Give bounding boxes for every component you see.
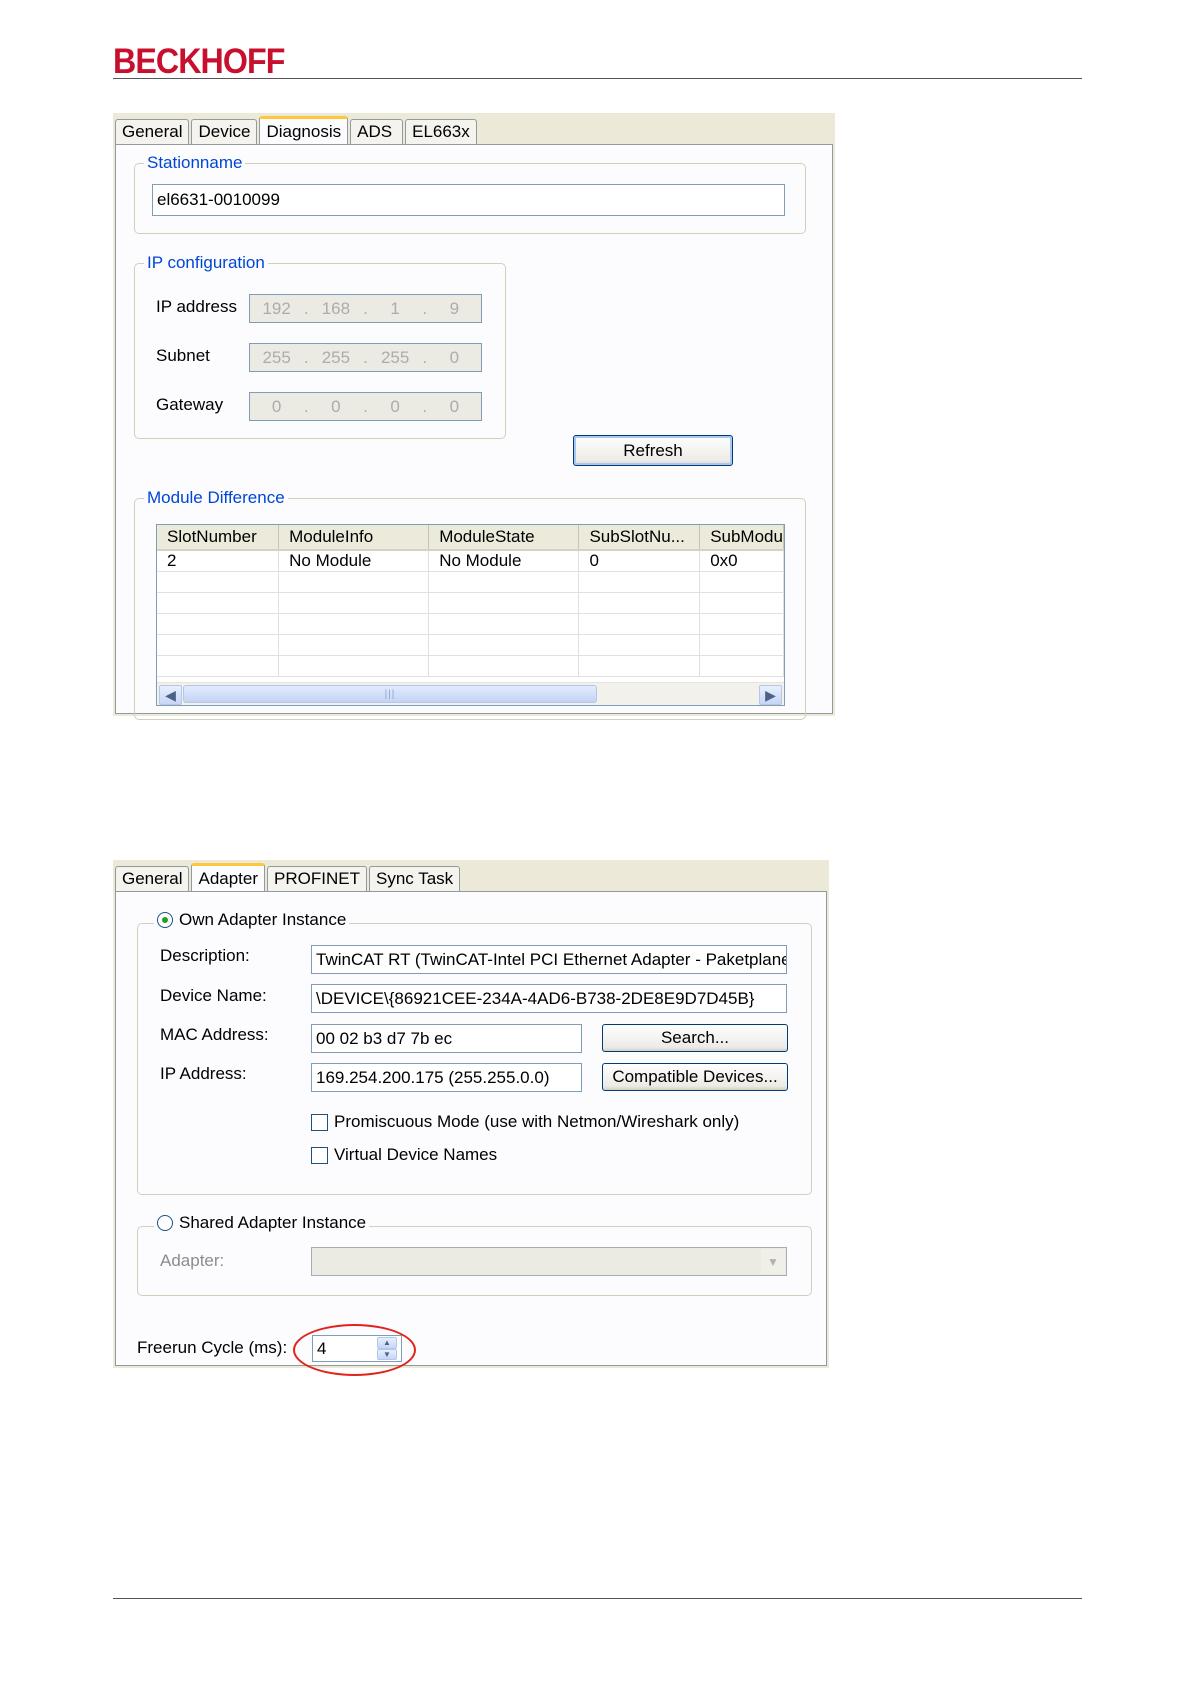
empty-row: [157, 571, 784, 593]
subnet-field[interactable]: 255. 255. 255. 0: [249, 343, 482, 372]
tab-diagnosis[interactable]: Diagnosis: [259, 116, 349, 145]
empty-row: [157, 655, 784, 677]
virtual-names-label: Virtual Device Names: [334, 1145, 498, 1164]
tab-strip: General Adapter PROFINET Sync Task: [115, 863, 462, 892]
horizontal-scrollbar[interactable]: ◀ ||| ▶: [157, 682, 784, 705]
module-table: SlotNumber ModuleInfo ModuleState SubSlo…: [157, 525, 784, 677]
ip-octet: 1: [390, 298, 400, 318]
scroll-right-icon[interactable]: ▶: [759, 685, 782, 705]
column-header[interactable]: ModuleInfo: [278, 525, 430, 551]
own-adapter-group: Own Adapter Instance Description: TwinCA…: [137, 910, 812, 1195]
subnet-octet: 255: [380, 347, 410, 367]
subnet-label: Subnet: [156, 346, 210, 365]
column-header[interactable]: ModuleState: [428, 525, 580, 551]
search-button[interactable]: Search...: [602, 1024, 788, 1052]
empty-row: [157, 613, 784, 635]
beckhoff-logo: BECKHOFF: [113, 42, 285, 81]
gateway-octet: 0: [331, 396, 341, 416]
diagnosis-page: Stationname el6631-0010099 IP configurat…: [115, 144, 833, 720]
table-cell: 0: [578, 550, 701, 572]
ip-octet: 9: [449, 298, 460, 318]
chevron-down-icon[interactable]: ▼: [761, 1249, 785, 1274]
own-adapter-legend[interactable]: Own Adapter Instance: [154, 910, 350, 930]
subnet-octet: 255: [262, 347, 291, 367]
module-difference-group: Module Difference SlotNumber ModuleInfo …: [134, 488, 806, 720]
table-cell: No Module: [278, 550, 430, 572]
table-cell: No Module: [428, 550, 580, 572]
virtual-names-checkbox[interactable]: [311, 1147, 328, 1164]
tab-el663x[interactable]: EL663x: [405, 119, 477, 144]
ip-config-group: IP configuration IP address 192. 168. 1.…: [134, 253, 506, 439]
table-row[interactable]: 2 No Module No Module 0 0x0: [157, 550, 784, 572]
tab-device[interactable]: Device: [191, 119, 258, 144]
empty-row: [157, 634, 784, 656]
compatible-devices-button[interactable]: Compatible Devices...: [602, 1063, 788, 1091]
gateway-octet: 0: [449, 396, 460, 416]
tab-profinet[interactable]: PROFINET: [267, 866, 367, 891]
ip-address-field[interactable]: 192. 168. 1. 9: [249, 294, 482, 323]
footer-rule: [113, 1598, 1082, 1599]
tab-strip: General Device Diagnosis ADS EL663x: [115, 116, 479, 145]
description-field[interactable]: TwinCAT RT (TwinCAT-Intel PCI Ethernet A…: [311, 945, 787, 974]
description-label: Description:: [160, 946, 250, 965]
column-header[interactable]: SlotNumber: [157, 525, 280, 551]
adapter-label: Adapter:: [160, 1251, 225, 1270]
tab-sync-task[interactable]: Sync Task: [368, 866, 461, 891]
adapter-page: Own Adapter Instance Description: TwinCA…: [115, 891, 827, 1376]
subnet-octet: 0: [449, 347, 460, 367]
column-header[interactable]: SubSlotNu...: [578, 525, 701, 551]
header-rule: [113, 78, 1082, 79]
empty-row: [157, 592, 784, 614]
ip-address-label: IP Address:: [160, 1064, 247, 1083]
tab-ads[interactable]: ADS: [350, 119, 404, 144]
scroll-thumb[interactable]: |||: [183, 685, 597, 703]
module-difference-legend: Module Difference: [144, 488, 288, 508]
stationname-group: Stationname el6631-0010099: [134, 153, 806, 234]
shared-adapter-group: Shared Adapter Instance Adapter: ▼: [137, 1213, 812, 1296]
shared-adapter-legend[interactable]: Shared Adapter Instance: [154, 1213, 370, 1233]
device-name-label: Device Name:: [160, 986, 267, 1005]
stationname-legend: Stationname: [144, 153, 246, 173]
refresh-button[interactable]: Refresh: [573, 435, 733, 466]
promiscuous-checkbox[interactable]: [311, 1114, 328, 1131]
mac-address-field[interactable]: 00 02 b3 d7 7b ec: [311, 1024, 582, 1053]
ip-config-legend: IP configuration: [144, 253, 268, 273]
own-adapter-label: Own Adapter Instance: [179, 910, 347, 929]
stationname-input[interactable]: el6631-0010099: [152, 184, 785, 216]
table-cell: 2: [157, 550, 280, 572]
shared-adapter-radio[interactable]: [157, 1215, 173, 1231]
ip-octet: 168: [321, 298, 351, 318]
ip-octet: 192: [262, 298, 291, 318]
tab-general[interactable]: General: [115, 866, 190, 891]
gateway-label: Gateway: [156, 395, 224, 414]
ip-address-field[interactable]: 169.254.200.175 (255.255.0.0): [311, 1063, 582, 1092]
gateway-field[interactable]: 0. 0. 0. 0: [249, 392, 482, 421]
radio-selected-icon: [162, 917, 168, 923]
own-adapter-radio[interactable]: [157, 912, 173, 928]
highlight-ellipse: [293, 1324, 416, 1376]
module-header-row: SlotNumber ModuleInfo ModuleState SubSlo…: [157, 525, 784, 551]
scroll-left-icon[interactable]: ◀: [159, 685, 182, 705]
adapter-combo[interactable]: ▼: [311, 1247, 787, 1276]
gateway-octet: 0: [271, 396, 282, 416]
column-header[interactable]: SubModu: [699, 525, 784, 551]
module-list[interactable]: SlotNumber ModuleInfo ModuleState SubSlo…: [156, 524, 785, 706]
freerun-cycle-label: Freerun Cycle (ms):: [137, 1338, 288, 1357]
ip-address-label: IP address: [156, 297, 237, 316]
subnet-octet: 255: [321, 347, 351, 367]
mac-address-label: MAC Address:: [160, 1025, 269, 1044]
adapter-dialog: General Adapter PROFINET Sync Task Own A…: [113, 860, 829, 1376]
device-name-field[interactable]: \DEVICE\{86921CEE-234A-4AD6-B738-2DE8E9D…: [311, 984, 787, 1013]
tab-general[interactable]: General: [115, 119, 190, 144]
table-cell: 0x0: [699, 550, 784, 572]
tab-adapter[interactable]: Adapter: [191, 863, 266, 892]
shared-adapter-label: Shared Adapter Instance: [179, 1213, 367, 1232]
gateway-octet: 0: [390, 396, 400, 416]
promiscuous-label: Promiscuous Mode (use with Netmon/Wiresh…: [334, 1112, 740, 1131]
diagnosis-dialog: General Device Diagnosis ADS EL663x Stat…: [113, 113, 835, 720]
